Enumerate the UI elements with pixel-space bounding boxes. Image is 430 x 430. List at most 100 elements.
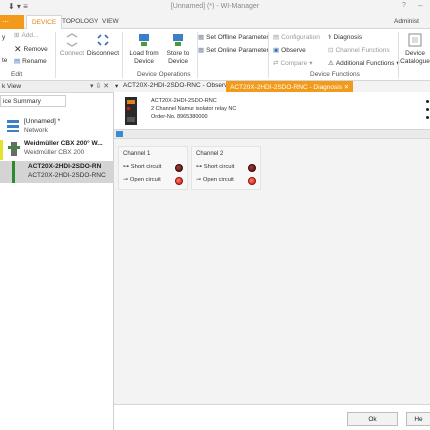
main-area: ▾ ACT20X-2HDI-2SDO-RNC - Observe ACT20X-… [114,81,430,430]
doc-tab-observe[interactable]: ACT20X-2HDI-2SDO-RNC - Observe [123,82,231,89]
connect-icon [66,33,78,47]
open-circuit-icon: ⊸ [123,177,128,183]
online-parameter-icon: ▦ [198,47,205,54]
network-view-pane: k View ▾ ⇩ ✕ ice Summary [Unnamed] * Net… [0,81,114,430]
diagnosis-icon: ⚕ [328,34,332,41]
window-title: [Unnamed] (*) - WI-Manager [170,3,260,10]
gateway-name: Weidmüller CBX 200° W... [24,140,103,147]
device-module-icon [125,97,137,125]
tree-item-module[interactable]: ACT20X-2HDI-2SDO-RN ACT20X-2HDI-2SDO-RNC [0,161,114,183]
set-online-parameter-button[interactable]: ▦ Set Online Parameter [198,46,269,55]
tab-file[interactable]: ⋯ [0,15,24,29]
rename-button[interactable]: ▤ Rename [14,57,47,66]
device-header: ACT20X-2HDI-2SDO-RNC 2 Channel Namur iso… [114,92,430,130]
open-circuit-led [248,177,256,185]
remove-icon: ✕ [14,44,22,54]
channel-card-1: Channel 1 ⊶ Short circuit ⊸ Open circuit [118,146,188,190]
channel-functions-icon: ⊡ [328,47,334,54]
minimize-button[interactable]: – [418,1,422,10]
store-to-device-button[interactable]: Store to Device [162,32,194,65]
title-bar: ⬇ ▾ ≡ [Unnamed] (*) - WI-Manager ? – [0,0,430,15]
tab-topology[interactable]: TOPOLOGY [62,18,98,25]
doc-tab-diagnosis[interactable]: ACT20X-2HDI-2SDO-RNC - Diagnosis ✕ [226,81,354,92]
network-icon [7,120,19,132]
indicator-dot [426,108,429,111]
module-name: ACT20X-2HDI-2SDO-RN [28,163,102,170]
channel-label: Channel 1 [123,151,151,157]
edit-group-label: Edit [11,71,23,78]
indicator-dot [426,100,429,103]
help-icon[interactable]: ? [402,2,406,9]
device-functions-group-label: Device Functions [310,71,360,78]
ribbon-cut-left-1: y [2,34,6,41]
device-description: 2 Channel Namur isolator relay NC [151,106,237,112]
open-circuit-row: ⊸ Open circuit [196,177,234,183]
open-circuit-row: ⊸ Open circuit [123,177,161,183]
disconnect-icon [97,34,109,46]
compare-icon: ⇄ [273,60,279,67]
short-circuit-row: ⊶ Short circuit [123,164,162,170]
ribbon: y te ⊞ Add... ✕ Remove ▤ Rename Edit Connec… [0,29,430,81]
compare-button[interactable]: ⇄ Compare ▾ [273,59,313,68]
channel-functions-button[interactable]: ⊡ Channel Functions [328,46,390,55]
dialog-button-bar: Ok He [114,404,430,430]
network-label: Network [24,127,48,134]
diagnosis-icon[interactable] [116,131,123,137]
device-catalogue-button[interactable]: Device Catalogue [400,32,430,65]
short-circuit-icon: ⊶ [123,164,129,170]
additional-functions-button[interactable]: ⚠Additional Functions▾ [328,59,400,68]
indicator-dot [426,116,429,119]
diagnosis-toolbar [114,130,430,138]
catalogue-icon [408,33,422,47]
gateway-icon [8,142,20,156]
doc-tab-dropdown[interactable]: ▾ [115,82,118,90]
tree-item-network[interactable]: [Unnamed] * Network [0,118,114,138]
tab-device[interactable]: DEVICE [26,15,63,30]
store-to-device-icon [173,34,183,46]
set-offline-parameter-button[interactable]: ▦ Set Offline Parameter [198,33,269,42]
channel-card-2: Channel 2 ⊶ Short circuit ⊸ Open circuit [191,146,261,190]
device-summary-tab[interactable]: ice Summary [0,95,66,107]
module-sub: ACT20X-2HDI-2SDO-RNC [28,172,106,179]
diagnosis-panel: Channel 1 ⊶ Short circuit ⊸ Open circuit C… [114,138,430,404]
device-name: ACT20X-2HDI-2SDO-RNC [151,98,217,104]
ribbon-cut-left-2: te [2,57,8,64]
short-circuit-led [175,164,183,172]
tree-item-gateway[interactable]: Weidmüller CBX 200° W... Weidmüller CBX … [0,140,114,162]
remove-button[interactable]: ✕ Remove [14,44,48,55]
open-circuit-led [175,177,183,185]
document-tabs: ▾ ACT20X-2HDI-2SDO-RNC - Observe ACT20X-… [114,81,430,92]
offline-parameter-icon: ▦ [198,34,205,41]
tab-view[interactable]: VIEW [102,18,119,25]
short-circuit-row: ⊶ Short circuit [196,164,235,170]
connect-button[interactable]: Connect [58,32,86,58]
network-name: [Unnamed] * [24,118,61,125]
disconnect-button[interactable]: Disconnect [86,32,120,58]
network-view-title: k View [2,83,22,90]
channel-label: Channel 2 [196,151,224,157]
additional-functions-icon: ⚠ [328,60,334,67]
ok-button[interactable]: Ok [347,412,398,426]
configuration-icon: ▤ [273,34,280,41]
device-order-number: Order-No. 8965380000 [151,114,208,120]
ribbon-tabs: ⋯ DEVICE TOPOLOGY VIEW Administ [0,15,430,30]
configuration-button[interactable]: ▤ Configuration [273,33,320,42]
help-button[interactable]: He [406,412,430,426]
short-circuit-icon: ⊶ [196,164,202,170]
network-view-header: k View ▾ ⇩ ✕ [0,81,114,93]
diagnosis-button[interactable]: ⚕ Diagnosis [328,33,362,42]
pane-controls[interactable]: ▾ ⇩ ✕ [90,82,109,90]
open-circuit-icon: ⊸ [196,177,201,183]
user-name[interactable]: Administ [394,18,419,25]
rename-icon: ▤ [14,58,21,65]
gateway-sub: Weidmüller CBX 200 [24,149,85,156]
add-button[interactable]: ⊞ Add... [14,31,38,40]
load-from-device-icon [139,34,149,46]
device-operations-group-label: Device Operations [137,71,191,78]
chevron-down-icon: ▾ [309,60,313,67]
load-from-device-button[interactable]: Load from Device [126,32,162,65]
observe-icon: ▣ [273,47,280,54]
observe-button[interactable]: ▣ Observe [273,46,306,55]
add-icon: ⊞ [14,32,20,39]
short-circuit-led [248,164,256,172]
